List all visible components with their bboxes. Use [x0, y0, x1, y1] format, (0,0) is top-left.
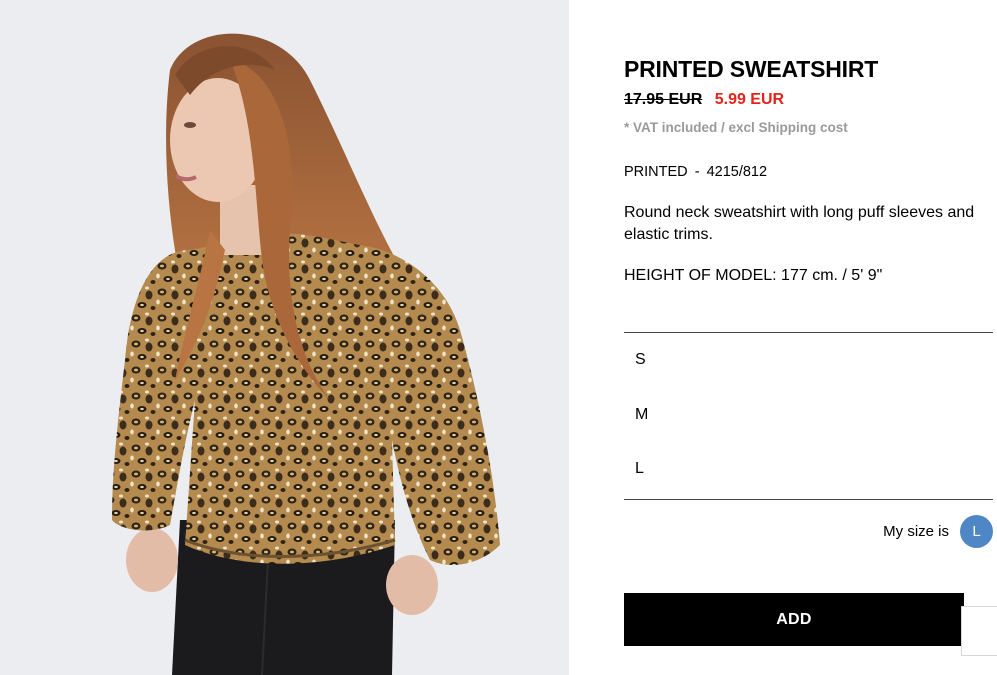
price-block: 17.95 EUR 5.99 EUR — [624, 91, 784, 109]
my-size-badge[interactable]: L — [960, 515, 993, 548]
sale-price: 5.99 EUR — [714, 91, 785, 108]
model-photo-illustration — [0, 0, 569, 675]
product-image[interactable] — [0, 0, 569, 675]
color-name: PRINTED — [624, 164, 688, 180]
product-description: Round neck sweatshirt with long puff sle… — [624, 204, 975, 243]
reference-separator: - — [694, 164, 700, 180]
my-size-label: My size is — [883, 523, 949, 540]
product-info-panel: PRINTED SWEATSHIRT 17.95 EUR 5.99 EUR * … — [624, 0, 993, 675]
product-reference: PRINTED - 4215/812 — [624, 164, 767, 180]
size-option-s[interactable]: S — [624, 333, 993, 388]
product-title: PRINTED SWEATSHIRT — [624, 56, 879, 82]
original-price: 17.95 EUR — [624, 91, 703, 108]
size-selector: S M L — [624, 332, 993, 500]
vat-note: * VAT included / excl Shipping cost — [624, 120, 848, 135]
add-to-cart-button[interactable]: ADD — [624, 593, 964, 646]
size-option-m[interactable]: M — [624, 388, 993, 443]
size-option-l[interactable]: L — [624, 442, 993, 497]
reference-number: 4215/812 — [706, 164, 768, 180]
floating-widget-tab[interactable] — [961, 606, 997, 656]
my-size-widget[interactable]: My size is L — [883, 515, 993, 548]
model-height: HEIGHT OF MODEL: 177 cm. / 5' 9" — [624, 267, 883, 284]
